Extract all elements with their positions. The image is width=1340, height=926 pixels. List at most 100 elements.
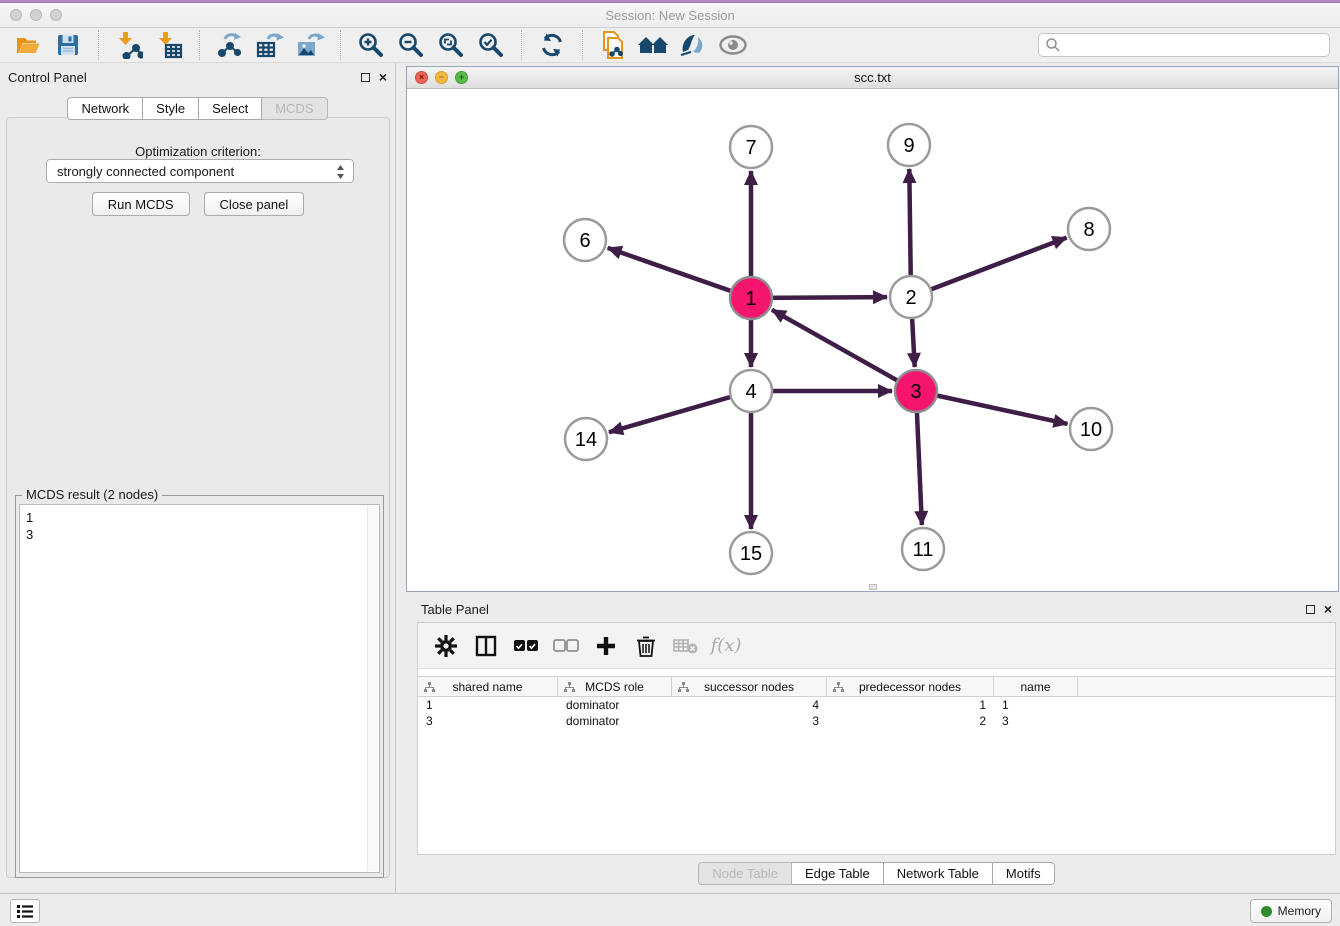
zoom-out-button[interactable] (391, 30, 431, 61)
column-header-label: successor nodes (704, 680, 794, 694)
graph-node-11[interactable]: 11 (902, 528, 944, 570)
graph-node-14[interactable]: 14 (565, 418, 607, 460)
column-header-MCDS-role[interactable]: MCDS role (558, 677, 672, 696)
tab-network[interactable]: Network (67, 97, 143, 120)
float-table-panel-icon[interactable] (1306, 605, 1315, 614)
paint-style-button[interactable] (673, 30, 713, 61)
network-window-titlebar[interactable]: × − + scc.txt (407, 67, 1338, 89)
tab-node-table[interactable]: Node Table (698, 862, 792, 885)
run-mcds-button[interactable]: Run MCDS (92, 192, 190, 216)
memory-button[interactable]: Memory (1250, 899, 1332, 923)
column-header-shared-name[interactable]: shared name (418, 677, 558, 696)
delete-column-button[interactable] (628, 629, 664, 663)
duplicate-network-button[interactable] (593, 30, 633, 61)
table-settings-button[interactable] (428, 629, 464, 663)
graph-edge-1-6[interactable] (608, 248, 751, 298)
search-icon (1045, 37, 1061, 53)
graph-edge-3-1[interactable] (772, 310, 916, 391)
toolbar-separator (98, 30, 99, 60)
table-cell[interactable]: 2 (827, 714, 994, 728)
column-header-predecessor-nodes[interactable]: predecessor nodes (827, 677, 994, 696)
graph-node-7[interactable]: 7 (730, 126, 772, 168)
zoom-fit-button[interactable] (431, 30, 471, 61)
network-search-input[interactable] (1038, 33, 1330, 57)
table-cell[interactable]: dominator (558, 714, 672, 728)
mcds-scrollbar[interactable] (367, 506, 378, 871)
first-neighbors-icon (637, 32, 669, 58)
float-panel-icon[interactable] (361, 73, 370, 82)
show-graphics-details-button[interactable] (713, 30, 753, 61)
column-header-label: name (1020, 680, 1050, 694)
table-body: 1dominator4113dominator323 (418, 697, 1335, 729)
table-row[interactable]: 3dominator323 (418, 713, 1335, 729)
resize-grip[interactable] (869, 584, 877, 590)
show-task-history-button[interactable] (10, 899, 40, 923)
graph-node-3[interactable]: 3 (895, 370, 937, 412)
titlebar: Session: New Session (0, 3, 1340, 28)
duplicate-network-icon (599, 30, 627, 60)
trash-icon (636, 635, 656, 657)
apply-layout-button[interactable] (532, 30, 572, 61)
tab-motifs[interactable]: Motifs (993, 862, 1055, 885)
fx-icon: f(x) (711, 635, 742, 656)
toolbar-separator (340, 30, 341, 60)
open-session-button[interactable] (8, 30, 48, 61)
toggle-columns-button[interactable] (468, 629, 504, 663)
tab-mcds[interactable]: MCDS (262, 97, 327, 120)
table-cell[interactable]: 3 (994, 714, 1078, 728)
save-session-button[interactable] (48, 30, 88, 61)
network-canvas[interactable]: 7961284314101511 (407, 89, 1338, 591)
graph-node-4[interactable]: 4 (730, 370, 772, 412)
criterion-select[interactable]: strongly connected component (46, 159, 354, 183)
graph-node-2[interactable]: 2 (890, 276, 932, 318)
toolbar-separator (521, 30, 522, 60)
close-panel-icon[interactable]: × (379, 72, 387, 82)
deselect-all-button[interactable] (548, 629, 584, 663)
node-label: 10 (1080, 419, 1102, 441)
tab-select[interactable]: Select (199, 97, 262, 120)
table-header: shared nameMCDS role successor nodes prede… (418, 676, 1335, 697)
close-panel-button[interactable]: Close panel (204, 192, 305, 216)
control-panel-tabs: NetworkStyleSelectMCDS (0, 97, 395, 120)
export-network-button[interactable] (210, 30, 250, 61)
graph-edge-3-10[interactable] (916, 391, 1068, 424)
tab-style[interactable]: Style (143, 97, 199, 120)
table-cell[interactable]: dominator (558, 698, 672, 712)
table-cell[interactable]: 3 (672, 714, 827, 728)
graph-node-8[interactable]: 8 (1068, 208, 1110, 250)
table-cell[interactable]: 3 (418, 714, 558, 728)
first-neighbors-button[interactable] (633, 30, 673, 61)
graph-edge-2-8[interactable] (911, 238, 1067, 297)
export-table-button[interactable] (250, 30, 290, 61)
create-column-button[interactable] (588, 629, 624, 663)
mcds-result-textarea[interactable]: 13 (19, 504, 380, 873)
table-cell[interactable]: 1 (827, 698, 994, 712)
tab-network-table[interactable]: Network Table (884, 862, 993, 885)
table-cell[interactable]: 1 (418, 698, 558, 712)
graph-node-6[interactable]: 6 (564, 219, 606, 261)
graph-node-10[interactable]: 10 (1070, 408, 1112, 450)
node-label: 3 (910, 381, 921, 403)
graph-node-15[interactable]: 15 (730, 532, 772, 574)
zoom-selected-button[interactable] (471, 30, 511, 61)
import-table-button[interactable] (149, 30, 189, 61)
column-header-name[interactable]: name (994, 677, 1078, 696)
status-bar: Memory (0, 893, 1340, 926)
zoom-in-button[interactable] (351, 30, 391, 61)
table-cell[interactable]: 1 (994, 698, 1078, 712)
delete-table-button[interactable] (668, 629, 704, 663)
graph-node-9[interactable]: 9 (888, 124, 930, 166)
table-cell[interactable]: 4 (672, 698, 827, 712)
network-graph[interactable]: 7961284314101511 (407, 89, 1338, 591)
column-header-successor-nodes[interactable]: successor nodes (672, 677, 827, 696)
close-table-panel-icon[interactable]: × (1324, 604, 1332, 614)
table-row[interactable]: 1dominator411 (418, 697, 1335, 713)
select-chevrons-icon (335, 163, 346, 181)
graph-node-1[interactable]: 1 (730, 277, 772, 319)
node-label: 7 (745, 137, 756, 159)
function-builder-button[interactable]: f(x) (708, 629, 744, 663)
tab-edge-table[interactable]: Edge Table (792, 862, 884, 885)
export-image-button[interactable] (290, 30, 330, 61)
select-all-button[interactable] (508, 629, 544, 663)
import-network-button[interactable] (109, 30, 149, 61)
